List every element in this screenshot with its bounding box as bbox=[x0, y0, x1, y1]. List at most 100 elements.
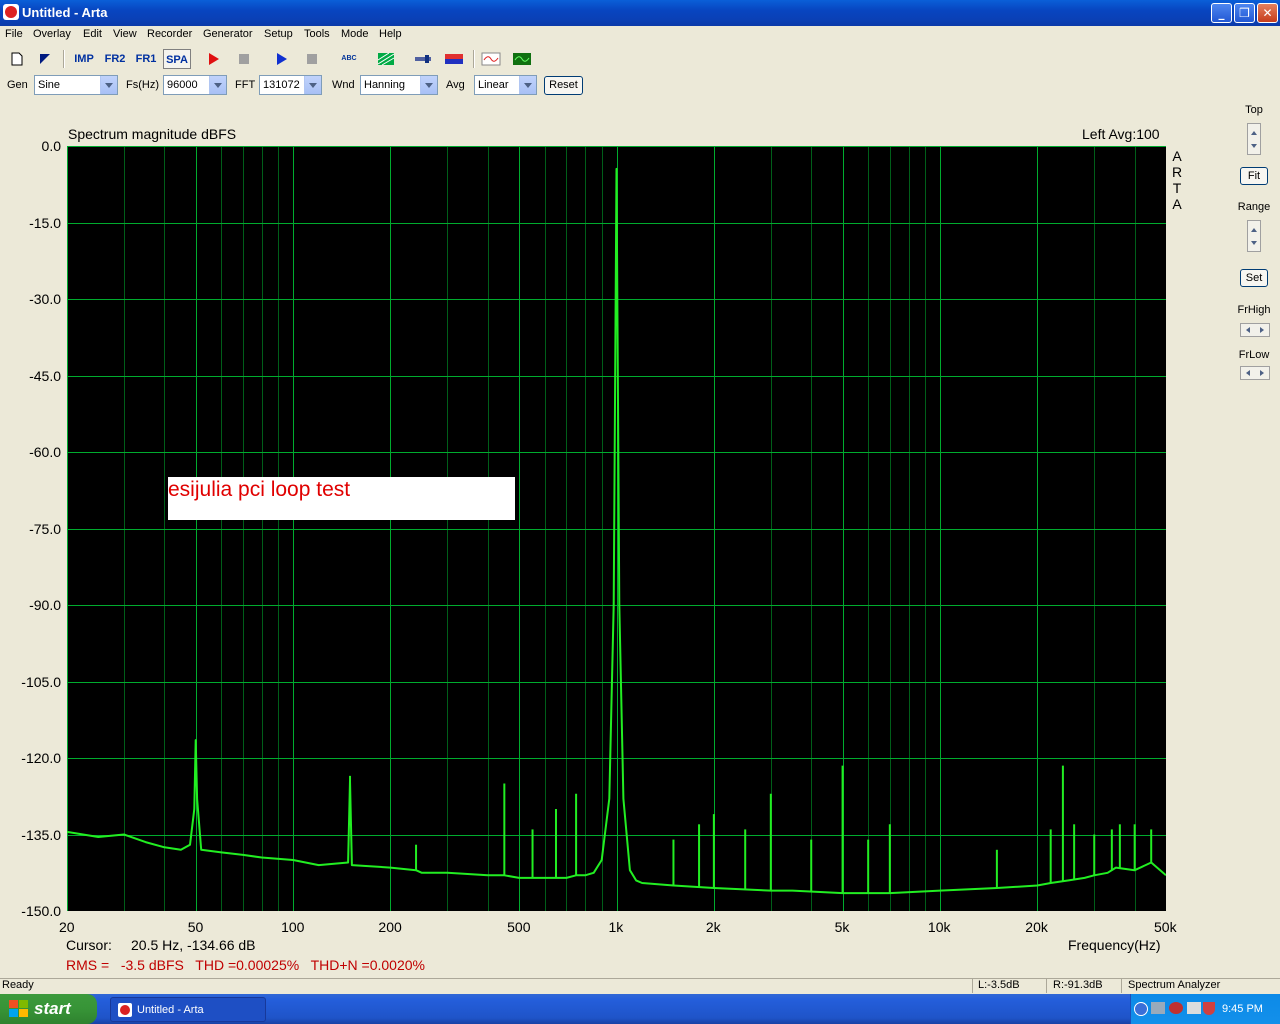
spectrum-trace bbox=[67, 167, 1166, 895]
fr1-mode-button[interactable]: FR1 bbox=[133, 49, 159, 69]
cursor-value: 20.5 Hz, -134.66 dB bbox=[131, 937, 256, 953]
status-separator bbox=[1121, 979, 1122, 993]
channel-info: Left Avg:100 bbox=[1082, 126, 1160, 142]
status-right-level: R:-91.3dB bbox=[1053, 979, 1103, 991]
generator-select[interactable]: Sine bbox=[34, 75, 118, 95]
status-ready: Ready bbox=[2, 979, 34, 991]
waveform-icon[interactable] bbox=[480, 49, 502, 69]
average-select[interactable]: Linear bbox=[474, 75, 537, 95]
cursor-mode-icon[interactable] bbox=[412, 49, 434, 69]
start-label: start bbox=[34, 999, 71, 1018]
range-spinner[interactable] bbox=[1247, 220, 1261, 252]
menu-setup[interactable]: Setup bbox=[264, 28, 293, 40]
top-label: Top bbox=[1245, 104, 1263, 116]
window-select[interactable]: Hanning bbox=[360, 75, 438, 95]
menu-overlay[interactable]: Overlay bbox=[33, 28, 71, 40]
window-value: Hanning bbox=[364, 79, 405, 91]
x-tick-label: 20k bbox=[1025, 919, 1048, 935]
record-icon[interactable] bbox=[202, 49, 224, 69]
volume-icon[interactable] bbox=[1187, 1002, 1201, 1014]
taskbar-item-arta[interactable]: Untitled - Arta bbox=[110, 997, 266, 1022]
menu-help[interactable]: Help bbox=[379, 28, 402, 40]
fit-button[interactable]: Fit bbox=[1240, 167, 1268, 185]
x-tick-label: 100 bbox=[281, 919, 305, 935]
security-icon[interactable] bbox=[1169, 1002, 1183, 1014]
status-separator bbox=[1046, 979, 1047, 993]
y-tick-label: -60.0 bbox=[29, 444, 61, 460]
menu-recorder[interactable]: Recorder bbox=[147, 28, 192, 40]
y-tick-label: -75.0 bbox=[29, 520, 61, 537]
imp-mode-button[interactable]: IMP bbox=[71, 49, 97, 69]
menu-generator[interactable]: Generator bbox=[203, 28, 253, 40]
sample-rate-select[interactable]: 96000 bbox=[163, 75, 227, 95]
y-tick-label: -90.0 bbox=[29, 597, 61, 613]
x-tick-label: 10k bbox=[927, 919, 951, 935]
new-file-icon[interactable] bbox=[6, 49, 28, 69]
logo-letter: A bbox=[1172, 148, 1182, 164]
cursor-label: Cursor: bbox=[66, 937, 112, 953]
y-tick-label: -105.0 bbox=[21, 673, 61, 690]
tray-expand-icon[interactable] bbox=[1134, 1002, 1148, 1016]
arta-app-icon bbox=[118, 1003, 132, 1017]
fr2-mode-button[interactable]: FR2 bbox=[102, 49, 128, 69]
title-bar bbox=[0, 0, 1280, 26]
frlow-spinner[interactable] bbox=[1240, 366, 1270, 380]
overlay-icon[interactable] bbox=[443, 49, 465, 69]
spectrum-view-icon[interactable] bbox=[511, 49, 533, 69]
chevron-down-icon[interactable] bbox=[420, 76, 437, 94]
chevron-down-icon[interactable] bbox=[209, 76, 226, 94]
annotation-text: esijulia pci loop test bbox=[168, 478, 351, 501]
y-tick-label: -30.0 bbox=[29, 291, 61, 307]
shield-icon[interactable] bbox=[1203, 1002, 1215, 1015]
frhigh-spinner[interactable] bbox=[1240, 323, 1270, 337]
spectrum-plot[interactable] bbox=[67, 146, 1166, 911]
fft-size-select[interactable]: 131072 bbox=[259, 75, 322, 95]
x-axis-title: Frequency(Hz) bbox=[1068, 937, 1161, 953]
x-tick-label: 20 bbox=[59, 919, 75, 935]
y-tick-label: 0.0 bbox=[41, 138, 61, 154]
maximize-button[interactable]: ❒ bbox=[1234, 3, 1255, 23]
status-mode: Spectrum Analyzer bbox=[1128, 979, 1221, 991]
menu-view[interactable]: View bbox=[113, 28, 137, 40]
menu-file[interactable]: File bbox=[5, 28, 23, 40]
app-icon[interactable] bbox=[3, 4, 19, 20]
x-tick-label: 500 bbox=[507, 919, 531, 935]
spectrum-chart-svg[interactable] bbox=[67, 146, 1166, 911]
menu-tools[interactable]: Tools bbox=[304, 28, 330, 40]
spa-mode-button[interactable]: SPA bbox=[163, 49, 191, 69]
taskbar-item-label: Untitled - Arta bbox=[137, 1004, 204, 1016]
logo-letter: T bbox=[1172, 180, 1182, 196]
sample-rate-value: 96000 bbox=[167, 79, 198, 91]
play-icon[interactable] bbox=[270, 49, 292, 69]
average-value: Linear bbox=[478, 79, 509, 91]
network-icon[interactable] bbox=[1151, 1002, 1165, 1014]
chevron-down-icon[interactable] bbox=[519, 76, 536, 94]
menu-edit[interactable]: Edit bbox=[83, 28, 102, 40]
cursor-tool-icon[interactable] bbox=[34, 49, 56, 69]
stop-icon[interactable] bbox=[233, 49, 255, 69]
x-tick-label: 2k bbox=[705, 919, 721, 935]
set-button[interactable]: Set bbox=[1240, 269, 1268, 287]
abc-label-icon[interactable]: ABC bbox=[337, 49, 361, 69]
range-label: Range bbox=[1237, 201, 1271, 213]
frhigh-label: FrHigh bbox=[1237, 304, 1271, 316]
graph-title: Spectrum magnitude dBFS bbox=[68, 126, 237, 142]
wnd-label: Wnd bbox=[332, 79, 355, 91]
menu-mode[interactable]: Mode bbox=[341, 28, 369, 40]
toolbar-separator bbox=[473, 50, 475, 68]
top-spinner[interactable] bbox=[1247, 123, 1261, 155]
minimize-button[interactable]: _ bbox=[1211, 3, 1232, 23]
stop-generator-icon[interactable] bbox=[301, 49, 323, 69]
start-button[interactable]: start bbox=[0, 994, 97, 1024]
reset-button[interactable]: Reset bbox=[544, 76, 583, 95]
logo-letter: R bbox=[1171, 164, 1183, 180]
chevron-down-icon[interactable] bbox=[100, 76, 117, 94]
arta-logo: A R T A bbox=[1171, 148, 1183, 212]
chevron-down-icon[interactable] bbox=[304, 76, 321, 94]
y-tick-label: -150.0 bbox=[21, 903, 61, 919]
close-button[interactable]: ✕ bbox=[1257, 3, 1278, 23]
grid-color-icon[interactable] bbox=[375, 49, 397, 69]
status-left-level: L:-3.5dB bbox=[978, 979, 1020, 991]
generator-value: Sine bbox=[38, 79, 61, 91]
y-tick-label: -135.0 bbox=[21, 826, 61, 843]
